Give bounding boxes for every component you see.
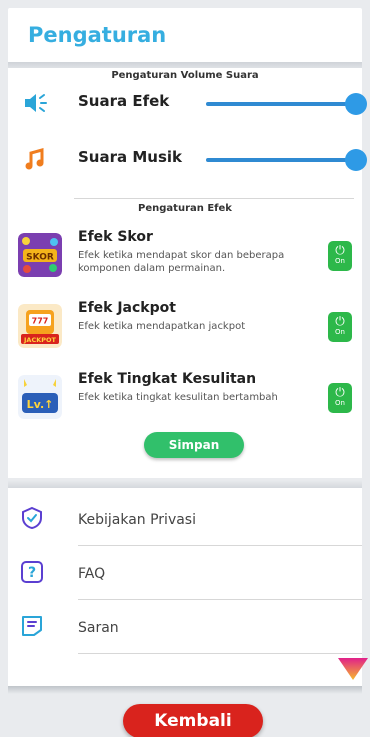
- divider: [78, 653, 362, 654]
- effect-row-skor: SKOR Efek Skor Efek ketika mendapat skor…: [8, 229, 362, 289]
- menu-item-saran[interactable]: Saran: [8, 600, 362, 654]
- toggle-state-label: On: [335, 257, 345, 265]
- effect-title-skor: Efek Skor: [78, 229, 153, 245]
- power-icon: ⏻: [335, 243, 345, 257]
- settings-card: Pengaturan Volume Suara Suara Efek Suara…: [8, 68, 367, 478]
- shield-check-icon: [22, 506, 42, 530]
- menu-label: Saran: [78, 620, 119, 636]
- footer-shadow: [8, 686, 362, 694]
- toggle-state-label: On: [335, 328, 345, 336]
- skor-image: SKOR: [18, 233, 62, 277]
- svg-text:?: ?: [28, 565, 36, 581]
- speaker-icon: [25, 94, 47, 112]
- divider: [74, 198, 354, 199]
- slider-knob[interactable]: [345, 93, 367, 115]
- menu-card: Kebijakan Privasi ? FAQ Saran: [8, 488, 362, 691]
- back-button[interactable]: Kembali: [123, 704, 263, 737]
- effect-row-jackpot: 777 JACKPOT Efek Jackpot Efek ketika men…: [8, 300, 362, 360]
- slider-track: [206, 102, 356, 106]
- svg-text:JACKPOT: JACKPOT: [23, 336, 57, 344]
- svg-text:Lv.↑: Lv.↑: [27, 398, 54, 411]
- header-bar: Pengaturan: [8, 8, 362, 64]
- svg-text:SKOR: SKOR: [26, 253, 54, 263]
- music-note-icon: [25, 148, 44, 170]
- effect-desc-jackpot: Efek ketika mendapatkan jackpot: [78, 321, 246, 332]
- toggle-skor[interactable]: ⏻ On: [328, 241, 352, 271]
- toggle-tingkat-kesulitan[interactable]: ⏻ On: [328, 383, 352, 413]
- volume-label-effect: Suara Efek: [78, 92, 170, 110]
- menu-item-faq[interactable]: ? FAQ: [8, 546, 362, 600]
- effect-desc-tingkat-kesulitan: Efek ketika tingkat kesulitan bertambah: [78, 392, 278, 403]
- toggle-jackpot[interactable]: ⏻ On: [328, 312, 352, 342]
- level-up-image: Lv.↑: [18, 375, 62, 419]
- svg-text:777: 777: [32, 317, 49, 326]
- menu-item-kebijakan-privasi[interactable]: Kebijakan Privasi: [8, 492, 362, 546]
- feedback-icon: [22, 616, 42, 636]
- save-button[interactable]: Simpan: [144, 432, 244, 458]
- effect-desc-skor: Efek ketika mendapat skor dan beberapa k…: [78, 250, 285, 274]
- effect-title-jackpot: Efek Jackpot: [78, 300, 176, 316]
- volume-label-music: Suara Musik: [78, 148, 182, 166]
- power-icon: ⏻: [335, 314, 345, 328]
- menu-label: Kebijakan Privasi: [78, 512, 196, 528]
- volume-slider-music[interactable]: [206, 149, 367, 171]
- volume-slider-effect[interactable]: [206, 93, 367, 115]
- effect-title-tingkat-kesulitan: Efek Tingkat Kesulitan: [78, 371, 257, 387]
- slider-track: [206, 158, 356, 162]
- power-icon: ⏻: [335, 385, 345, 399]
- menu-label: FAQ: [78, 566, 106, 582]
- question-icon: ?: [21, 561, 43, 583]
- volume-row-music: Suara Musik: [8, 140, 367, 180]
- jackpot-image: 777 JACKPOT: [18, 304, 62, 348]
- volume-section-title: Pengaturan Volume Suara: [111, 70, 259, 81]
- scroll-down-icon[interactable]: [336, 654, 370, 682]
- page-title: Pengaturan: [28, 23, 167, 47]
- slider-knob[interactable]: [345, 149, 367, 171]
- effect-row-tingkat-kesulitan: Lv.↑ Efek Tingkat Kesulitan Efek ketika …: [8, 371, 362, 431]
- effects-section-title: Pengaturan Efek: [138, 203, 232, 214]
- toggle-state-label: On: [335, 399, 345, 407]
- volume-row-effect: Suara Efek: [8, 84, 367, 124]
